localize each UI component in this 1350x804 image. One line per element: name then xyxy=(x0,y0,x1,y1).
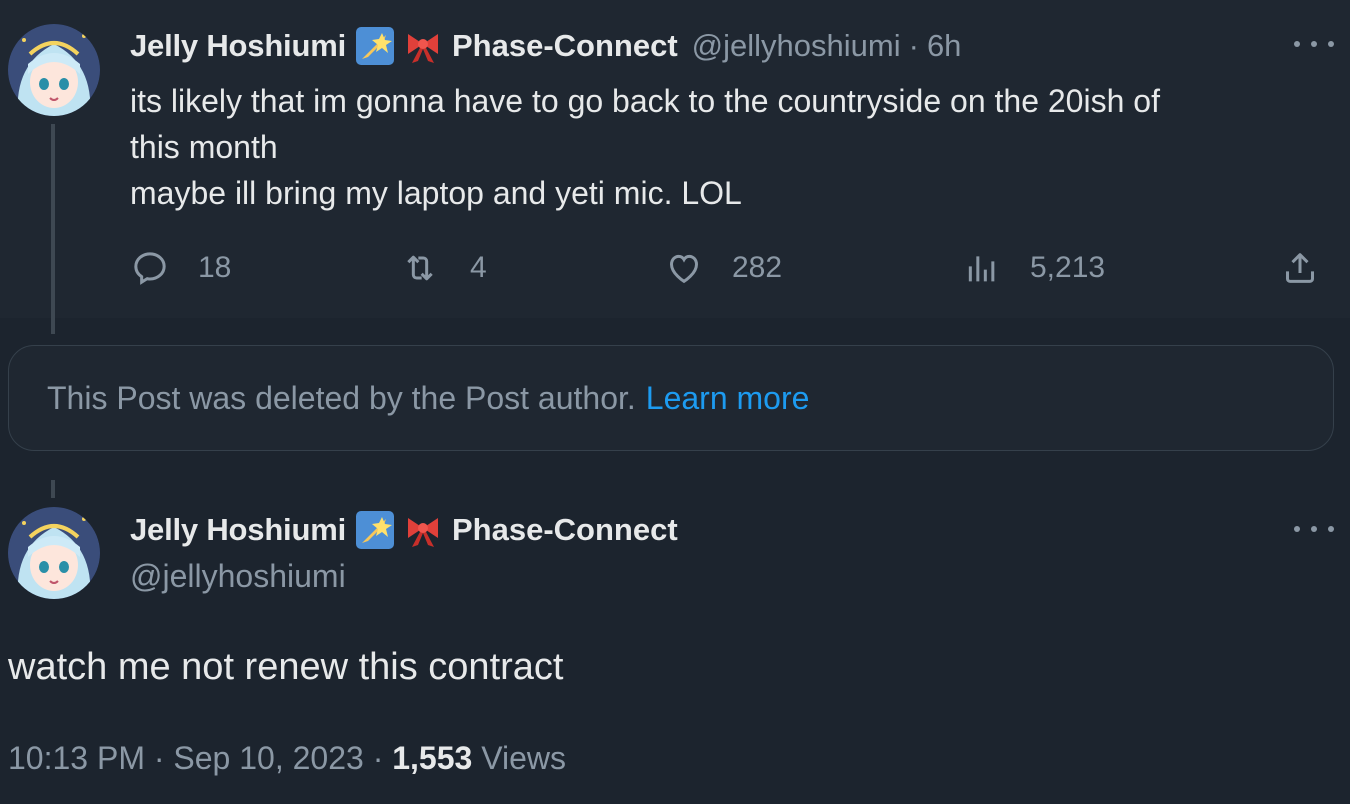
affiliation-label[interactable]: Phase-Connect xyxy=(452,28,678,64)
thread-connector-line xyxy=(51,124,55,334)
repost-button[interactable]: 4 xyxy=(400,246,487,290)
ribbon-icon xyxy=(404,27,442,65)
learn-more-link[interactable]: Learn more xyxy=(646,380,810,417)
author-avatar[interactable] xyxy=(8,507,100,599)
like-count: 282 xyxy=(732,251,783,284)
post-metadata: 10:13 PM · Sep 10, 2023 · 1,553 Views xyxy=(8,740,566,777)
avatar-image xyxy=(8,24,100,116)
affiliation-label[interactable]: Phase-Connect xyxy=(452,512,678,548)
tweet1-header: Jelly Hoshiumi Phase-Connect @jellyhoshi… xyxy=(130,27,961,65)
views-count: 1,553 xyxy=(392,740,473,776)
tweet1-action-bar: 18 4 282 5,213 xyxy=(130,246,1330,290)
views-button[interactable]: 5,213 xyxy=(962,246,1105,290)
comet-icon xyxy=(356,27,394,65)
author-avatar[interactable] xyxy=(8,24,100,116)
reply-button[interactable]: 18 xyxy=(130,246,231,290)
more-icon[interactable] xyxy=(1294,519,1334,539)
share-button[interactable] xyxy=(1280,246,1320,290)
separator-dot: · xyxy=(908,28,919,63)
tweet2-text: watch me not renew this contract xyxy=(8,646,564,688)
tweet1-text-line: maybe ill bring my laptop and yeti mic. … xyxy=(130,175,742,211)
like-icon xyxy=(669,254,699,284)
comet-icon xyxy=(356,511,394,549)
separator-dot: · xyxy=(372,740,384,776)
thread-connector-line xyxy=(51,480,55,498)
tweet1-text: its likely that im gonna have to go back… xyxy=(130,78,1330,216)
author-name[interactable]: Jelly Hoshiumi xyxy=(130,512,346,548)
more-icon[interactable] xyxy=(1294,34,1334,54)
author-name[interactable]: Jelly Hoshiumi xyxy=(130,28,346,64)
share-icon xyxy=(1286,253,1314,283)
post-time[interactable]: 10:13 PM xyxy=(8,740,145,776)
views-icon xyxy=(968,256,995,282)
repost-icon xyxy=(407,255,433,281)
author-handle[interactable]: @jellyhoshiumi xyxy=(130,558,346,595)
repost-count: 4 xyxy=(470,251,487,284)
deleted-post-notice: This Post was deleted by the Post author… xyxy=(8,345,1334,451)
views-label: Views xyxy=(481,740,566,776)
post-date[interactable]: Sep 10, 2023 xyxy=(173,740,363,776)
views-count: 5,213 xyxy=(1030,251,1106,284)
ribbon-icon xyxy=(404,511,442,549)
post-time[interactable]: 6h xyxy=(927,28,961,64)
tweet1-text-line: this month xyxy=(130,129,278,165)
avatar-image xyxy=(8,507,100,599)
reply-icon xyxy=(134,252,166,285)
tweet1-text-line: its likely that im gonna have to go back… xyxy=(130,83,1160,119)
author-handle[interactable]: @jellyhoshiumi xyxy=(692,28,901,64)
like-button[interactable]: 282 xyxy=(664,246,782,290)
deleted-notice-text: This Post was deleted by the Post author… xyxy=(47,379,636,416)
tweet2-header: Jelly Hoshiumi Phase-Connect xyxy=(130,511,678,549)
reply-count: 18 xyxy=(198,251,232,284)
separator-dot: · xyxy=(153,740,165,776)
